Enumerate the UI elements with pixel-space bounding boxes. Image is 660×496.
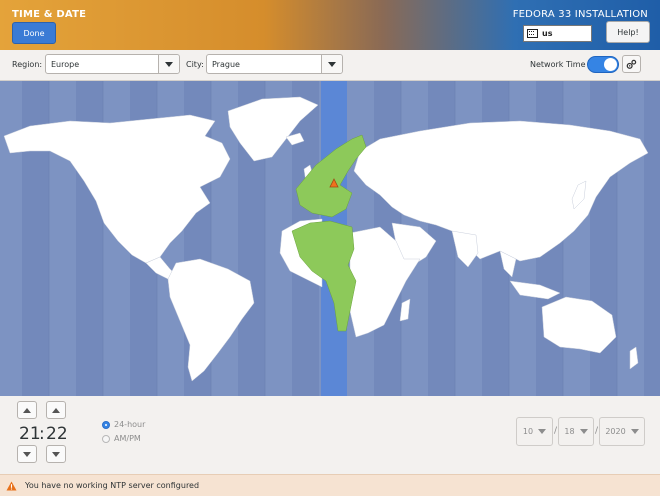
day-combo[interactable]: 18 — [558, 417, 594, 446]
city-label: City: — [186, 60, 204, 69]
city-value: Prague — [212, 59, 240, 69]
keyboard-layout-label: us — [542, 29, 553, 38]
chevron-down-icon — [165, 61, 173, 67]
month-combo[interactable]: 10 — [516, 417, 553, 446]
timezone-controls: Region: Europe City: Prague Network Time — [0, 50, 660, 81]
installation-title: FEDORA 33 INSTALLATION — [512, 9, 648, 20]
date-separator: / — [595, 426, 599, 436]
arrow-up-icon — [52, 407, 60, 413]
year-value: 2020 — [605, 427, 626, 436]
year-combo[interactable]: 2020 — [599, 417, 645, 446]
warning-status-bar[interactable]: You have no working NTP server configure… — [0, 474, 660, 496]
warning-icon — [6, 480, 17, 491]
format-24-hour-label: 24-hour — [114, 420, 146, 429]
done-button[interactable]: Done — [12, 22, 56, 44]
chevron-down-icon — [630, 429, 639, 434]
region-dropdown-toggle[interactable] — [158, 55, 179, 73]
timezone-map[interactable] — [0, 81, 660, 396]
minutes-value: 22 — [46, 424, 68, 444]
keyboard-layout-indicator[interactable]: us — [523, 25, 592, 42]
gears-icon — [626, 59, 637, 69]
city-combo[interactable]: Prague — [206, 54, 343, 74]
time-separator: : — [39, 424, 45, 444]
chevron-down-icon — [538, 429, 547, 434]
day-value: 18 — [564, 427, 575, 436]
arrow-down-icon — [52, 451, 60, 457]
switch-knob — [604, 58, 617, 71]
chevron-down-icon — [579, 429, 588, 434]
chevron-down-icon — [328, 61, 336, 67]
hours-value: 21 — [19, 424, 41, 444]
region-label: Region: — [12, 60, 43, 69]
format-ampm-radio[interactable] — [102, 435, 110, 443]
help-button[interactable]: Help! — [606, 21, 650, 43]
ntp-config-button[interactable] — [622, 55, 641, 73]
arrow-up-icon — [23, 407, 31, 413]
arrow-down-icon — [23, 451, 31, 457]
region-value: Europe — [51, 59, 80, 69]
hours-up-button[interactable] — [17, 401, 37, 419]
keyboard-icon — [527, 29, 538, 38]
month-value: 10 — [522, 427, 534, 436]
page-title: TIME & DATE — [12, 9, 87, 20]
network-time-switch[interactable] — [587, 56, 619, 73]
network-time-label: Network Time — [530, 60, 586, 69]
header-bar: TIME & DATE Done FEDORA 33 INSTALLATION … — [0, 0, 660, 50]
city-dropdown-toggle[interactable] — [321, 55, 342, 73]
format-24-hour-radio[interactable] — [102, 421, 110, 429]
date-separator: / — [554, 426, 558, 436]
hours-down-button[interactable] — [17, 445, 37, 463]
minutes-up-button[interactable] — [46, 401, 66, 419]
minutes-down-button[interactable] — [46, 445, 66, 463]
world-map[interactable] — [0, 81, 660, 396]
format-ampm-label: AM/PM — [114, 434, 141, 443]
warning-message: You have no working NTP server configure… — [25, 481, 200, 490]
region-combo[interactable]: Europe — [45, 54, 180, 74]
